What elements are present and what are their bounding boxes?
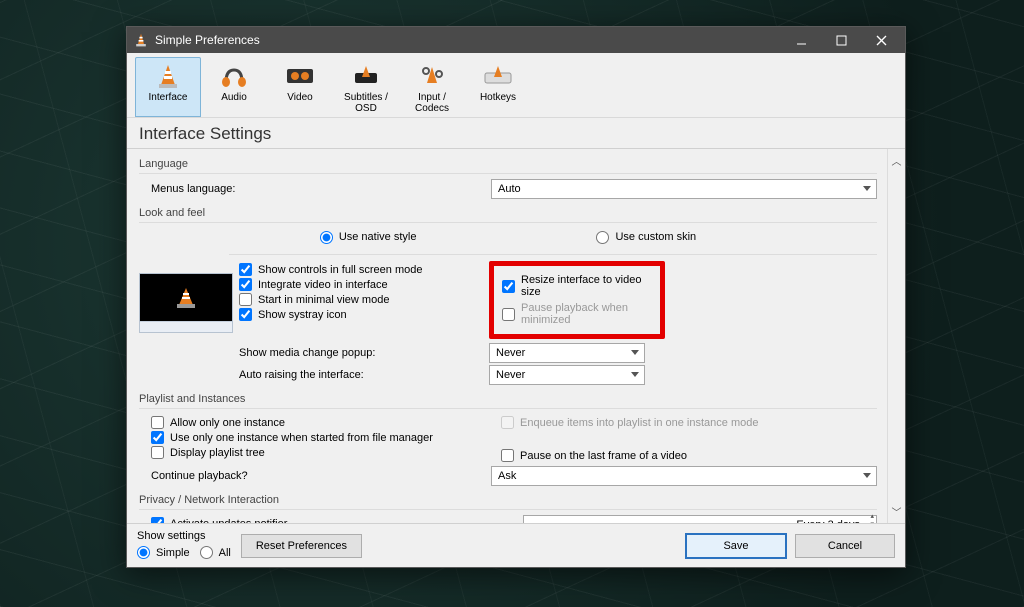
menus-language-label: Menus language: [151,183,491,195]
interface-icon [152,62,184,90]
tab-label: Audio [204,92,264,103]
cb-enqueue-one-instance: Enqueue items into playlist in one insta… [501,416,877,429]
group-look-feel: Look and feel [139,207,877,219]
audio-icon [218,62,250,90]
category-tabs: Interface Audio Video Subtitles / OSD In… [127,53,905,118]
tab-label: Video [270,92,330,103]
divider [139,222,877,223]
media-popup-select[interactable]: Never [489,343,645,363]
cb-show-controls-fullscreen[interactable]: Show controls in full screen mode [239,263,422,276]
group-playlist: Playlist and Instances [139,393,877,405]
radio-custom-skin[interactable]: Use custom skin [596,231,696,244]
divider [229,254,877,255]
codecs-icon [416,62,448,90]
tab-audio[interactable]: Audio [201,57,267,117]
divider [139,408,877,409]
show-settings-label: Show settings [137,530,231,542]
footer: Show settings Simple All Reset Preferenc… [127,523,905,567]
auto-raise-select[interactable]: Never [489,365,645,385]
tab-video[interactable]: Video [267,57,333,117]
tab-label: Subtitles / OSD [336,92,396,114]
auto-raise-label: Auto raising the interface: [239,369,489,381]
cb-pause-last-frame[interactable]: Pause on the last frame of a video [501,449,877,462]
group-language: Language [139,158,877,170]
save-button[interactable]: Save [685,533,787,559]
video-icon [284,62,316,90]
titlebar[interactable]: Simple Preferences [127,27,905,53]
tab-interface[interactable]: Interface [135,57,201,117]
window-controls [781,29,901,51]
group-privacy: Privacy / Network Interaction [139,494,877,506]
cb-integrate-video[interactable]: Integrate video in interface [239,278,422,291]
scroll-down-icon[interactable]: ﹀ [892,504,902,519]
subtitles-icon [350,62,382,90]
cb-one-instance-file-manager[interactable]: Use only one instance when started from … [151,431,501,444]
scroll-up-icon[interactable]: ︿ [892,153,902,168]
minimize-button[interactable] [781,29,821,51]
continue-playback-select[interactable]: Ask [491,466,877,486]
cb-show-systray[interactable]: Show systray icon [239,308,422,321]
menus-language-select[interactable]: Auto [491,179,877,199]
preferences-window: Simple Preferences Interface Audio Video… [126,26,906,568]
radio-all[interactable]: All [200,546,231,559]
divider [139,509,877,510]
close-button[interactable] [861,29,901,51]
hotkeys-icon [482,62,514,90]
tab-input-codecs[interactable]: Input / Codecs [399,57,465,117]
cb-resize-to-video[interactable]: Resize interface to video size [502,274,652,298]
page-title: Interface Settings [127,118,905,149]
app-icon [133,32,149,48]
tab-hotkeys[interactable]: Hotkeys [465,57,531,117]
vertical-scrollbar[interactable]: ︿ ﹀ [887,149,905,523]
settings-scroll-area: Language Menus language: Auto Look and f… [127,149,887,523]
highlight-box: Resize interface to video size Pause pla… [489,261,665,339]
maximize-button[interactable] [821,29,861,51]
cb-pause-minimized[interactable]: Pause playback when minimized [502,302,652,326]
cancel-button[interactable]: Cancel [795,534,895,558]
interface-preview [139,273,233,333]
continue-playback-label: Continue playback? [151,470,491,482]
select-value: Auto [498,183,521,195]
cb-display-playlist-tree[interactable]: Display playlist tree [151,446,501,459]
cb-start-minimal[interactable]: Start in minimal view mode [239,293,422,306]
cb-allow-one-instance[interactable]: Allow only one instance [151,416,501,429]
tab-label: Hotkeys [468,92,528,103]
update-interval-spinner[interactable]: Every 3 days [523,515,877,523]
tab-label: Interface [138,92,198,103]
radio-simple[interactable]: Simple [137,546,190,559]
tab-label: Input / Codecs [402,92,462,114]
window-title: Simple Preferences [155,33,260,47]
divider [139,173,877,174]
reset-preferences-button[interactable]: Reset Preferences [241,534,362,558]
radio-native-style[interactable]: Use native style [320,231,417,244]
tab-subtitles[interactable]: Subtitles / OSD [333,57,399,117]
media-popup-label: Show media change popup: [239,347,489,359]
